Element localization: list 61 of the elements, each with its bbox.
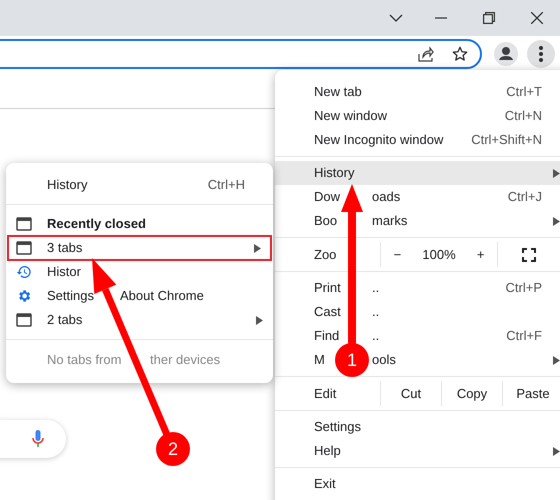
empty-note: No tabs from	[47, 352, 122, 368]
shortcut-label: Ctrl+T	[506, 83, 542, 102]
edit-label: Edit	[314, 386, 336, 401]
menu-item[interactable]: Exit	[275, 472, 560, 496]
section-heading: Recently closed	[47, 215, 146, 234]
shortcut-label: Ctrl+Shift+N	[471, 131, 542, 150]
menu-item-label[interactable]: Cast	[314, 304, 341, 320]
star-icon[interactable]	[452, 46, 468, 62]
edit-action-button[interactable]: Cut	[380, 381, 441, 406]
menu-item-label[interactable]: M	[314, 352, 325, 368]
minimize-icon[interactable]	[435, 17, 447, 19]
menu-item-label[interactable]: ools	[372, 352, 396, 368]
menu-item[interactable]: 2 tabs	[6, 308, 273, 332]
menu-item-label[interactable]: ..	[372, 304, 380, 320]
menu-item-label[interactable]: marks	[372, 213, 408, 228]
menu-item[interactable]: New Incognito window Ctrl+Shift+N	[275, 128, 560, 152]
menu-item-label[interactable]: ..	[372, 280, 380, 296]
zoom-level: 100%	[422, 246, 456, 264]
menu-item-label[interactable]: Boo	[314, 213, 338, 228]
tab-search-chevron-icon[interactable]	[389, 14, 403, 22]
menu-item-label[interactable]: Print	[314, 280, 341, 296]
menu-item[interactable]: Histor	[6, 260, 273, 284]
menu-item-label[interactable]: Find	[314, 328, 340, 344]
share-icon[interactable]	[418, 46, 434, 62]
menu-item[interactable]: History	[275, 161, 560, 185]
gear-icon	[16, 288, 32, 304]
menu-item[interactable]: New window Ctrl+N	[275, 104, 560, 128]
shortcut-label: Ctrl+F	[506, 327, 542, 346]
menu-item[interactable]: History Ctrl+H	[6, 173, 273, 197]
menu-item[interactable]: New tab Ctrl+T	[275, 80, 560, 104]
fullscreen-icon[interactable]	[522, 248, 536, 262]
step-badge: 2	[156, 432, 190, 466]
edit-action-button[interactable]: Copy	[441, 381, 502, 406]
profile-avatar-icon[interactable]	[494, 42, 518, 66]
close-icon[interactable]	[531, 12, 543, 24]
shortcut-label: Ctrl+P	[506, 279, 542, 298]
shortcut-label: Ctrl+J	[508, 188, 542, 206]
menu-item[interactable]: Help	[275, 439, 560, 463]
menu-item-label[interactable]: About Chrome	[120, 288, 204, 304]
window-icon	[16, 241, 32, 255]
shortcut-label: Ctrl+H	[208, 176, 246, 194]
menu-item[interactable]: Settings	[275, 415, 560, 439]
shortcut-label: Ctrl+N	[504, 107, 542, 126]
microphone-icon[interactable]	[32, 430, 44, 448]
window-icon	[16, 313, 32, 327]
menu-item-label[interactable]: Settings	[47, 288, 94, 304]
history-icon	[16, 264, 32, 280]
zoom-out-button[interactable]: −	[390, 244, 406, 264]
menu-item-label[interactable]: oads	[372, 189, 400, 204]
menu-icon[interactable]	[527, 40, 555, 68]
address-bar[interactable]	[0, 39, 482, 69]
menu-item-label[interactable]: ..	[372, 328, 380, 344]
search-box[interactable]	[0, 420, 66, 458]
menu-item-label[interactable]: Dow	[314, 189, 340, 204]
empty-note: ther devices	[150, 351, 220, 370]
zoom-in-button[interactable]: +	[472, 244, 488, 264]
restore-icon[interactable]	[483, 12, 495, 24]
menu-item[interactable]: 3 tabs	[8, 236, 271, 260]
edit-action-button[interactable]: Paste	[502, 381, 560, 406]
zoom-label: Zoo	[314, 246, 336, 262]
window-icon	[16, 217, 32, 231]
